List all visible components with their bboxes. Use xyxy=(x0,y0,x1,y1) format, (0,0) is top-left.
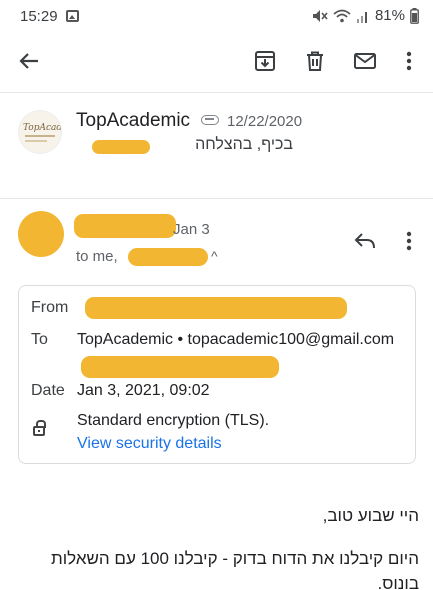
redaction xyxy=(128,248,208,266)
redaction xyxy=(85,297,347,319)
label-icon xyxy=(201,115,219,125)
redaction xyxy=(81,356,279,378)
back-arrow-icon xyxy=(19,53,38,69)
archive-icon xyxy=(255,51,275,71)
status-bar: 15:29 81% xyxy=(0,0,433,34)
mail-icon xyxy=(354,53,376,69)
body-line-1: היי שבוע טוב, xyxy=(322,506,419,525)
logo-text: TopAcademic xyxy=(23,123,62,133)
date-label: Date xyxy=(31,382,65,399)
lock-icon xyxy=(33,420,46,436)
message-details-panel: From To TopAcademic • topacademic100@gma… xyxy=(18,285,416,464)
message-date: 12/22/2020 xyxy=(227,113,303,130)
back-button[interactable] xyxy=(14,46,44,76)
more-options-button[interactable] xyxy=(394,46,424,76)
status-time: 15:29 xyxy=(20,8,58,25)
date-value: Jan 3, 2021, 09:02 xyxy=(77,382,210,399)
signal-icon xyxy=(356,11,367,23)
reply-button[interactable] xyxy=(350,226,380,256)
to-value: TopAcademic • topacademic100@gmail.com xyxy=(77,331,395,348)
more-vert-icon xyxy=(406,231,412,251)
collapsed-message[interactable]: TopAcademic TopAcademic 12/22/2020 בכיף,… xyxy=(0,96,433,196)
delete-icon xyxy=(307,51,323,71)
reply-icon xyxy=(354,233,375,249)
status-icons: 81% xyxy=(312,7,419,24)
message-preview: בכיף, בהצלחה xyxy=(195,136,293,153)
message-more-button[interactable] xyxy=(394,226,424,256)
battery-icon xyxy=(410,7,419,24)
avatar[interactable] xyxy=(18,211,64,257)
redaction xyxy=(74,214,176,238)
body-line-2: היום קיבלנו את הדוח בדוק - קיבלנו 100 עם… xyxy=(51,549,419,590)
mute-icon xyxy=(312,9,328,22)
message-date: Jan 3 xyxy=(173,221,210,238)
chevron-up-icon[interactable]: ^ xyxy=(211,248,218,264)
sender-name: TopAcademic xyxy=(76,110,191,131)
from-label: From xyxy=(31,299,69,316)
divider xyxy=(0,198,433,199)
more-vert-icon xyxy=(406,51,412,71)
encryption-text: Standard encryption (TLS). xyxy=(77,412,270,429)
redaction xyxy=(92,140,150,154)
view-security-details-link[interactable]: View security details xyxy=(77,435,222,453)
battery-percent: 81% xyxy=(374,7,405,24)
wifi-icon xyxy=(333,9,351,22)
mark-unread-button[interactable] xyxy=(350,46,380,76)
app-bar xyxy=(0,34,433,90)
gallery-icon xyxy=(66,10,79,22)
recipients-line[interactable]: to me, xyxy=(76,248,118,265)
to-label: To xyxy=(31,331,48,348)
sender-logo: TopAcademic xyxy=(18,110,62,154)
archive-button[interactable] xyxy=(250,46,280,76)
divider xyxy=(0,92,433,93)
delete-button[interactable] xyxy=(300,46,330,76)
